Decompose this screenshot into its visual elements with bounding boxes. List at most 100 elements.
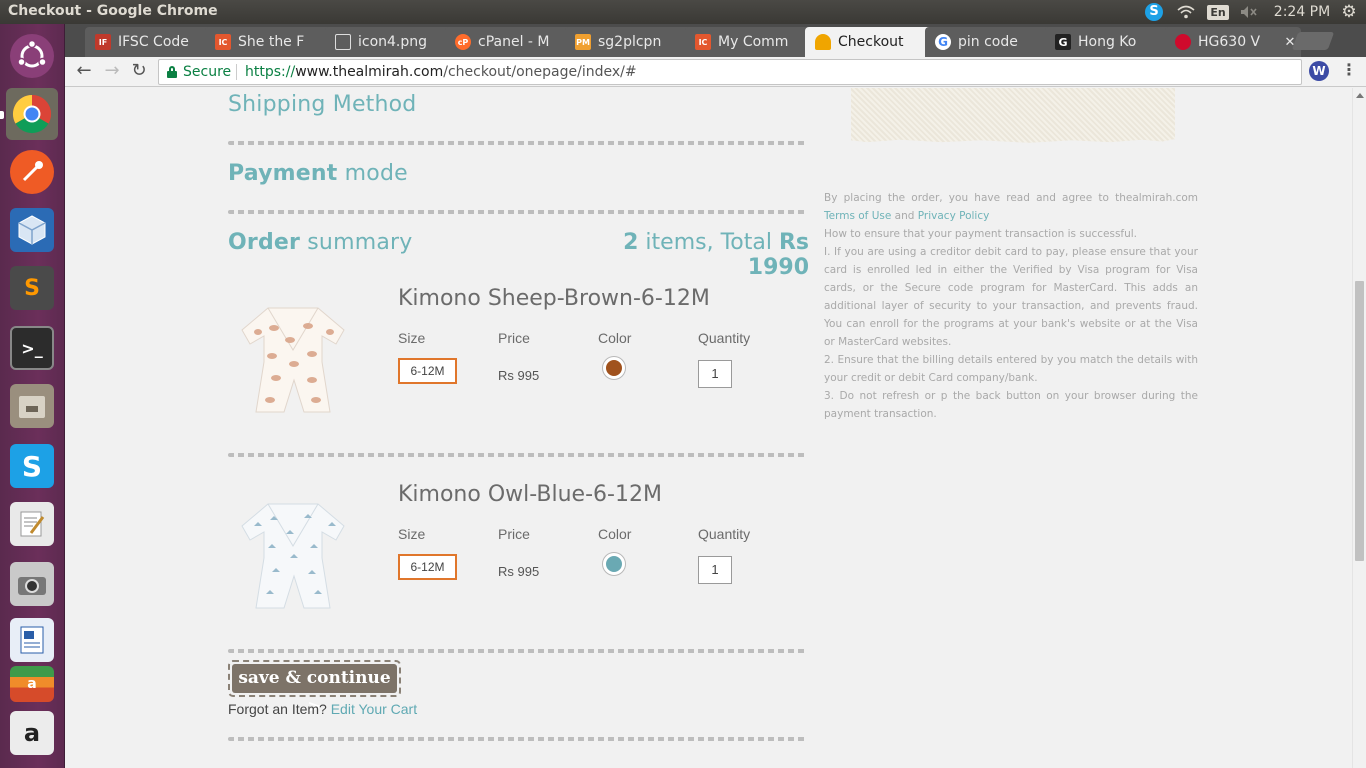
privacy-policy-link[interactable]: Privacy Policy — [918, 210, 990, 222]
back-arrow-icon[interactable]: ← — [71, 60, 97, 84]
sublime-text-launcher-icon[interactable]: S — [6, 262, 58, 314]
order-item: Kimono Sheep-Brown-6-12M Size Price Colo… — [228, 286, 808, 446]
size-label: Size — [398, 526, 426, 542]
paper-texture-decoration — [851, 88, 1175, 143]
tab-sg2plcpn[interactable]: PM sg2plcpn✕ — [565, 27, 701, 57]
huawei-favicon — [1175, 34, 1191, 50]
new-tab-button[interactable] — [1291, 32, 1335, 50]
system-top-panel: Checkout - Google Chrome S En 2:24 PM ⚙ — [0, 0, 1366, 24]
tab-my-comm[interactable]: IC My Comm✕ — [685, 27, 821, 57]
product-image-owl-kimono[interactable] — [238, 496, 348, 614]
forward-arrow-icon[interactable]: → — [99, 60, 125, 84]
wifi-icon[interactable] — [1175, 2, 1197, 22]
postman-launcher-icon[interactable] — [6, 146, 58, 198]
chrome-launcher-icon[interactable] — [6, 88, 58, 140]
chrome-menu-icon[interactable]: ⋮ — [1341, 60, 1357, 79]
files-launcher-icon[interactable] — [6, 380, 58, 432]
color-swatch-blue — [603, 553, 625, 575]
volume-muted-icon[interactable] — [1238, 2, 1260, 22]
camera-launcher-icon[interactable] — [6, 558, 58, 610]
product-name[interactable]: Kimono Owl-Blue-6-12M — [398, 482, 662, 507]
scroll-up-arrow-icon[interactable] — [1356, 93, 1364, 98]
divider — [228, 210, 806, 214]
quantity-label: Quantity — [698, 330, 751, 346]
tab-pin-code[interactable]: G pin code✕ — [925, 27, 1061, 57]
price-label: Price — [498, 330, 530, 346]
order-summary-heading: Order summary — [228, 230, 413, 255]
color-label: Color — [598, 330, 632, 346]
quantity-input[interactable]: 1 — [698, 556, 732, 584]
icon-site-favicon: IC — [215, 34, 231, 50]
divider — [228, 737, 806, 741]
browser-tab-strip: IF IFSC Code✕ IC She the F✕ icon4.png✕ c… — [65, 24, 1366, 57]
color-swatch-brown — [603, 357, 625, 379]
reload-icon[interactable]: ↻ — [126, 60, 152, 84]
divider — [228, 649, 806, 653]
almirah-favicon — [815, 34, 831, 50]
terms-point-3: 3. Do not refresh or p the back button o… — [824, 390, 1198, 420]
tab-cpanel[interactable]: cP cPanel - M✕ — [445, 27, 581, 57]
tab-ifsc-code[interactable]: IF IFSC Code✕ — [85, 27, 221, 57]
unity-launcher: S >_ S a a — [0, 24, 65, 768]
color-label: Color — [598, 526, 632, 542]
divider — [228, 141, 806, 145]
cpanel-favicon: cP — [455, 34, 471, 50]
text-editor-launcher-icon[interactable] — [6, 498, 58, 550]
google-favicon: G — [935, 34, 951, 50]
order-total: 2 items, Total Rs 1990 — [623, 230, 809, 280]
quantity-label: Quantity — [698, 526, 751, 542]
terms-point-1: I. If you are using a creditor debit car… — [824, 246, 1198, 348]
skype-tray-icon[interactable]: S — [1144, 2, 1164, 22]
system-settings-gear-icon[interactable]: ⚙ — [1338, 2, 1360, 22]
g-dark-favicon: G — [1055, 34, 1071, 50]
clock[interactable]: 2:24 PM — [1270, 2, 1334, 22]
edit-cart-link[interactable]: Edit Your Cart — [331, 701, 417, 717]
extension-w-icon[interactable]: W — [1309, 61, 1329, 81]
icon-site-favicon: IC — [695, 34, 711, 50]
forgot-item-text: Forgot an Item? Edit Your Cart — [228, 701, 418, 717]
item-price: Rs 995 — [498, 564, 540, 579]
terminal-launcher-icon[interactable]: >_ — [6, 322, 58, 374]
terms-how-to: How to ensure that your payment transact… — [824, 228, 1138, 240]
save-continue-button[interactable]: save & continue > — [228, 660, 401, 717]
terms-point-2: 2. Ensure that the billing details enter… — [824, 354, 1198, 384]
divider — [228, 453, 806, 457]
terms-of-use-link[interactable]: Terms of Use — [824, 210, 891, 222]
quantity-input[interactable]: 1 — [698, 360, 732, 388]
page-scrollbar[interactable] — [1352, 88, 1366, 768]
ubuntu-dash-icon[interactable] — [6, 30, 58, 82]
order-item: Kimono Owl-Blue-6-12M Size Price Color Q… — [228, 482, 808, 642]
shipping-method-heading[interactable]: Shipping Method — [228, 92, 416, 117]
stacked-launcher-icons[interactable]: a — [6, 664, 58, 704]
writer-launcher-icon[interactable] — [6, 614, 58, 666]
scroll-thumb[interactable] — [1355, 281, 1364, 561]
phpmyadmin-favicon: PM — [575, 34, 591, 50]
document-favicon — [335, 34, 351, 50]
keyboard-language-indicator[interactable]: En — [1207, 2, 1229, 22]
product-name[interactable]: Kimono Sheep-Brown-6-12M — [398, 286, 710, 311]
tab-checkout-active[interactable]: Checkout✕ — [805, 27, 941, 57]
url-text[interactable]: https://www.thealmirah.com/checkout/onep… — [245, 64, 637, 80]
secure-label: Secure — [183, 64, 232, 80]
tab-hong-kong[interactable]: G Hong Ko✕ — [1045, 27, 1181, 57]
product-image-sheep-kimono[interactable] — [238, 300, 348, 418]
size-selector[interactable]: 6-12M — [398, 358, 457, 384]
window-title: Checkout - Google Chrome — [8, 3, 218, 19]
price-label: Price — [498, 526, 530, 542]
lock-icon — [167, 66, 177, 78]
item-price: Rs 995 — [498, 368, 540, 383]
size-label: Size — [398, 330, 426, 346]
ifsc-favicon: IF — [95, 34, 111, 50]
address-bar[interactable]: Secure https://www.thealmirah.com/checko… — [158, 59, 1302, 85]
checkout-page: Shipping Method Payment mode Order summa… — [65, 88, 1352, 768]
tab-she-the[interactable]: IC She the F✕ — [205, 27, 341, 57]
amazon-launcher-icon[interactable]: a — [6, 710, 58, 756]
payment-mode-heading[interactable]: Payment mode — [228, 161, 408, 186]
size-selector[interactable]: 6-12M — [398, 554, 457, 580]
tab-icon4-png[interactable]: icon4.png✕ — [325, 27, 461, 57]
skype-launcher-icon[interactable]: S — [6, 440, 58, 492]
browser-toolbar: ← → ↻ Secure https://www.thealmirah.com/… — [65, 57, 1366, 87]
payment-terms-panel: By placing the order, you have read and … — [824, 189, 1198, 423]
virtualbox-launcher-icon[interactable] — [6, 204, 58, 256]
tab-hg630[interactable]: HG630 V ✕ — [1165, 27, 1301, 57]
